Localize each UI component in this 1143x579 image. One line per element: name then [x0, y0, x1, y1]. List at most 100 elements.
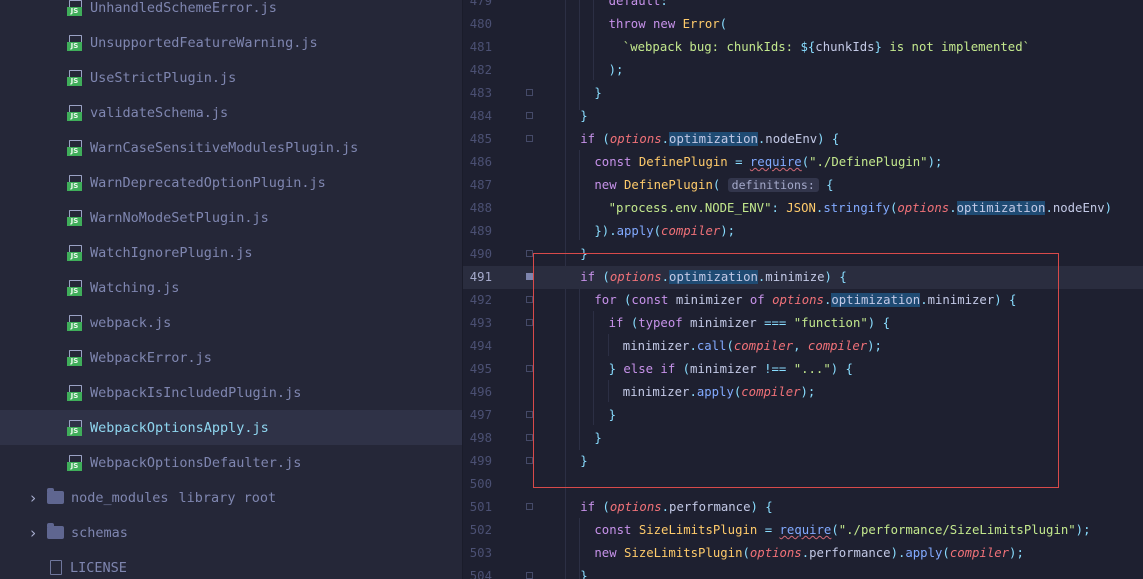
code-line[interactable]: 497} — [463, 404, 1143, 427]
file-name: WarnDeprecatedOptionPlugin.js — [90, 174, 326, 191]
code-line[interactable]: 480 throw new Error( — [463, 13, 1143, 36]
fold-marker-icon[interactable] — [526, 365, 533, 372]
js-file-icon: JS — [67, 209, 83, 226]
code-line[interactable]: 492 for (const minimizer of options.optim… — [463, 289, 1143, 312]
folder-name: schemas — [71, 524, 128, 541]
js-file-icon: JS — [67, 244, 83, 261]
js-file-icon: JS — [67, 69, 83, 86]
tree-file-item[interactable]: JS WebpackIsIncludedPlugin.js — [0, 375, 462, 410]
js-file-icon: JS — [67, 419, 83, 436]
line-number: 493 — [469, 316, 492, 330]
tree-file-item[interactable]: JS WarnDeprecatedOptionPlugin.js — [0, 165, 462, 200]
code-line[interactable]: 483} — [463, 82, 1143, 105]
tree-file-item[interactable]: JS Watching.js — [0, 270, 462, 305]
file-name: UnsupportedFeatureWarning.js — [90, 34, 318, 51]
line-number: 492 — [469, 293, 492, 307]
tree-file-license[interactable]: LICENSE — [0, 550, 462, 579]
tree-file-item[interactable]: JS WebpackError.js — [0, 340, 462, 375]
line-number: 494 — [469, 339, 492, 353]
file-name: WarnNoModeSetPlugin.js — [90, 209, 269, 226]
code-line[interactable]: 504} — [463, 565, 1143, 579]
code-line[interactable]: 489}).apply(compiler); — [463, 220, 1143, 243]
code-line[interactable]: 486 const DefinePlugin = require("./Defin… — [463, 151, 1143, 174]
fold-marker-icon[interactable] — [526, 319, 533, 326]
fold-marker-icon[interactable] — [526, 250, 533, 257]
code-line[interactable]: 495} else if (minimizer !== "...") { — [463, 358, 1143, 381]
tree-file-item[interactable]: JS WarnCaseSensitiveModulesPlugin.js — [0, 130, 462, 165]
code-line[interactable]: 502 const SizeLimitsPlugin = require("./p… — [463, 519, 1143, 542]
code-line[interactable]: 493 if (typeof minimizer === "function") … — [463, 312, 1143, 335]
tree-file-item[interactable]: JS UnhandledSchemeError.js — [0, 0, 462, 25]
line-number: 485 — [469, 132, 492, 146]
fold-marker-icon[interactable] — [526, 89, 533, 96]
fold-marker-icon[interactable] — [526, 503, 533, 510]
code-line[interactable]: 481 `webpack bug: chunkIds: ${chunkIds} i… — [463, 36, 1143, 59]
js-file-icon: JS — [67, 349, 83, 366]
chevron-right-icon[interactable]: › — [26, 489, 40, 507]
file-name: UnhandledSchemeError.js — [90, 0, 277, 16]
code-line[interactable]: 484} — [463, 105, 1143, 128]
code-text: throw new Error( — [608, 17, 728, 31]
tree-file-item[interactable]: JS webpack.js — [0, 305, 462, 340]
code-line[interactable]: 479 default: — [463, 0, 1143, 13]
fold-marker-icon[interactable] — [526, 434, 533, 441]
tree-folder-node-modules[interactable]: › node_modules library root — [0, 480, 462, 515]
code-text: } — [594, 431, 602, 445]
fold-marker-icon[interactable] — [526, 135, 533, 142]
fold-marker-icon[interactable] — [526, 273, 533, 280]
code-line[interactable]: 496 minimizer.apply(compiler); — [463, 381, 1143, 404]
code-line[interactable]: 503 new SizeLimitsPlugin(options.performa… — [463, 542, 1143, 565]
tree-file-item[interactable]: JS validateSchema.js — [0, 95, 462, 130]
code-line[interactable]: 498} — [463, 427, 1143, 450]
js-file-icon: JS — [67, 0, 83, 16]
fold-marker-icon[interactable] — [526, 112, 533, 119]
code-text: "process.env.NODE_ENV": JSON.stringify(o… — [608, 201, 1113, 215]
file-name: WebpackOptionsDefaulter.js — [90, 454, 302, 471]
fold-marker-icon[interactable] — [526, 296, 533, 303]
tree-file-item[interactable]: JS WarnNoModeSetPlugin.js — [0, 200, 462, 235]
code-text: minimizer.apply(compiler); — [622, 385, 816, 399]
js-file-icon: JS — [67, 34, 83, 51]
chevron-right-icon[interactable]: › — [26, 524, 40, 542]
code-line[interactable]: 482); — [463, 59, 1143, 82]
line-number: 502 — [469, 523, 492, 537]
file-name: WebpackIsIncludedPlugin.js — [90, 384, 302, 401]
code-line[interactable]: 487 new DefinePlugin( definitions: { — [463, 174, 1143, 197]
folder-name: node_modules — [71, 489, 169, 506]
tree-folder-schemas[interactable]: › schemas — [0, 515, 462, 550]
code-line[interactable]: 500 — [463, 473, 1143, 496]
file-name: Watching.js — [90, 279, 180, 296]
tree-file-item[interactable]: JS WebpackOptionsDefaulter.js — [0, 445, 462, 480]
line-number: 499 — [469, 454, 492, 468]
js-file-icon: JS — [67, 104, 83, 121]
code-line[interactable]: 499} — [463, 450, 1143, 473]
tree-file-item[interactable]: JS WatchIgnorePlugin.js — [0, 235, 462, 270]
code-line[interactable]: 485 if (options.optimization.nodeEnv) { — [463, 128, 1143, 151]
fold-marker-icon[interactable] — [526, 572, 533, 579]
fold-marker-icon[interactable] — [526, 457, 533, 464]
line-number: 487 — [469, 178, 492, 192]
tree-file-item[interactable]: JS UnsupportedFeatureWarning.js — [0, 25, 462, 60]
line-number: 496 — [469, 385, 492, 399]
code-line[interactable]: 490} — [463, 243, 1143, 266]
code-text: }).apply(compiler); — [594, 224, 736, 238]
code-line[interactable]: 488 "process.env.NODE_ENV": JSON.stringif… — [463, 197, 1143, 220]
code-line[interactable]: 494 minimizer.call(compiler, compiler); — [463, 335, 1143, 358]
line-number: 488 — [469, 201, 492, 215]
project-tree: JS UnhandledSchemeError.js JS UnsupportedFe… — [0, 0, 462, 579]
tree-file-item[interactable]: JS WebpackOptionsApply.js — [0, 410, 462, 445]
code-line-current[interactable]: 491 if (options.optimization.minimize) { — [463, 266, 1143, 289]
code-text: if (typeof minimizer === "function") { — [608, 316, 890, 330]
line-number: 480 — [469, 17, 492, 31]
fold-marker-icon[interactable] — [526, 411, 533, 418]
line-number: 500 — [469, 477, 492, 491]
code-line[interactable]: 501 if (options.performance) { — [463, 496, 1143, 519]
line-number: 484 — [469, 109, 492, 123]
js-file-icon: JS — [67, 279, 83, 296]
tree-file-item[interactable]: JS UseStrictPlugin.js — [0, 60, 462, 95]
file-name: UseStrictPlugin.js — [90, 69, 237, 86]
code-text: minimizer.call(compiler, compiler); — [622, 339, 882, 353]
text-file-icon — [50, 560, 62, 575]
code-editor[interactable]: 479 default: 480 throw new Error( 481 `webpac… — [462, 0, 1143, 579]
line-number: 491 — [469, 270, 492, 284]
